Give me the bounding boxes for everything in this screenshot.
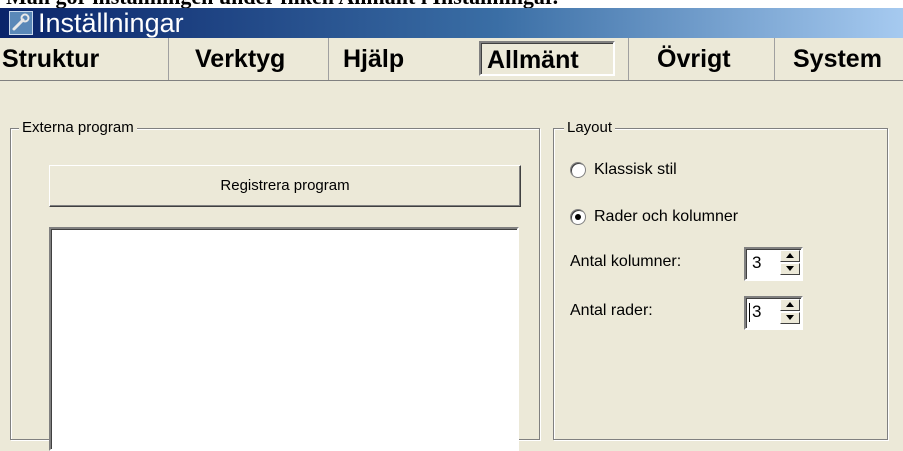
tab-struktur[interactable]: Struktur <box>2 38 168 80</box>
radio-rows-columns[interactable]: Rader och kolumner <box>570 207 820 227</box>
radio-classic-style-label: Klassisk stil <box>594 161 677 178</box>
radio-rows-columns-button[interactable] <box>570 209 586 225</box>
radio-classic-style-button[interactable] <box>570 162 586 178</box>
columns-spinner[interactable]: 3 <box>744 247 803 281</box>
window-titlebar[interactable]: Inställningar <box>0 8 903 38</box>
radio-rows-columns-label: Rader och kolumner <box>594 208 739 225</box>
text-caret <box>749 303 750 322</box>
layout-legend: Layout <box>564 119 616 137</box>
tab-system[interactable]: System <box>774 38 903 80</box>
layout-group: Layout Klassisk stil Rader och kolumner … <box>553 119 888 440</box>
spin-up-icon[interactable] <box>780 299 800 311</box>
tab-strip: Struktur Verktyg Hjälp Allmänt Övrigt Sy… <box>0 38 903 81</box>
tab-allmant[interactable]: Allmänt <box>479 41 615 76</box>
tab-hjalp[interactable]: Hjälp <box>328 38 466 80</box>
tab-verktyg[interactable]: Verktyg <box>168 38 328 80</box>
window-title: Inställningar <box>38 8 184 38</box>
rows-label: Antal rader: <box>570 302 653 319</box>
rows-value[interactable]: 3 <box>752 298 761 326</box>
columns-spinner-arrows <box>780 250 800 276</box>
radio-classic-style[interactable]: Klassisk stil <box>570 160 770 180</box>
external-programs-legend: Externa program <box>19 119 137 137</box>
tab-ovrigt[interactable]: Övrigt <box>628 38 774 80</box>
columns-value[interactable]: 3 <box>752 249 761 277</box>
spin-up-icon[interactable] <box>780 250 800 262</box>
figure-caption: Man gör inställningen under fliken Allmä… <box>0 0 903 8</box>
rows-spinner-arrows <box>780 299 800 325</box>
register-program-button[interactable]: Registrera program <box>49 165 521 207</box>
radio-selected-dot <box>575 214 581 220</box>
spin-down-icon[interactable] <box>780 312 800 324</box>
external-programs-group: Externa program Registrera program <box>10 119 540 451</box>
rows-spinner[interactable]: 3 <box>744 296 803 330</box>
spin-down-icon[interactable] <box>780 263 800 275</box>
wrench-icon <box>9 11 33 35</box>
columns-label: Antal kolumner: <box>570 253 682 270</box>
program-list[interactable] <box>49 227 519 451</box>
